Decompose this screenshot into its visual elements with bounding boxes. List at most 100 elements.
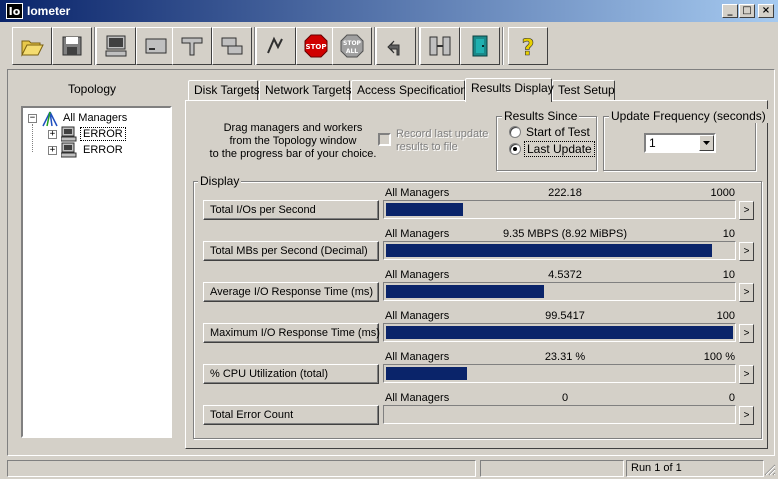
tree-line (32, 124, 33, 152)
metric-progress-bar (383, 364, 736, 383)
start-new-network-worker-button[interactable] (172, 27, 212, 65)
metric-value: 0 (561, 392, 569, 404)
toolbar-separator (502, 27, 504, 65)
record-results-label: Record last update results to file (396, 128, 488, 154)
close-button[interactable]: × (758, 4, 774, 18)
metric-progress-bar (383, 405, 736, 424)
network-worker-icon (181, 37, 203, 56)
instruction-line: to the progress bar of your choice. (209, 148, 377, 160)
tab-disk-targets[interactable]: Disk Targets (188, 80, 260, 101)
record-results-checkbox[interactable] (378, 133, 391, 146)
record-label-line: Record last update (396, 128, 489, 140)
metric-progress-bar (383, 200, 736, 219)
tree-collapse-toggle[interactable]: − (28, 114, 37, 123)
metric-max: 10 (722, 269, 735, 281)
metric-value: 4.5372 (548, 269, 582, 281)
tree-item-manager[interactable]: ERROR (83, 144, 123, 156)
metric-max: 1000 (710, 187, 735, 199)
metric-source-label: All Managers (385, 187, 450, 199)
dropdown-button[interactable] (699, 135, 714, 151)
green-flag-icon (267, 36, 283, 54)
status-pane (7, 460, 476, 477)
stop-all-button[interactable]: STOP ALL (332, 27, 372, 65)
metric-expand-button[interactable]: > (739, 406, 754, 425)
tree-item-all-managers[interactable]: All Managers (63, 112, 127, 124)
metric-selector-button[interactable]: Average I/O Response Time (ms) (203, 282, 379, 302)
tree-expand-toggle[interactable]: + (48, 130, 57, 139)
window-title: Iometer (27, 4, 71, 18)
help-question-icon: ? (521, 36, 534, 59)
last-update-label[interactable]: Last Update (524, 141, 595, 157)
tab-results-display[interactable]: Results Display (465, 78, 554, 102)
update-frequency-value: 1 (649, 136, 656, 150)
stop-button[interactable]: STOP (296, 27, 336, 65)
computer-icon (105, 35, 127, 57)
tree-item-manager[interactable]: ERROR (80, 127, 126, 141)
metric-max: 10 (722, 228, 735, 240)
metric-progress-bar (383, 241, 736, 260)
copy-worker-button[interactable] (212, 27, 252, 65)
metric-selector-button[interactable]: Maximum I/O Response Time (ms) (203, 323, 380, 343)
save-config-button[interactable] (52, 27, 92, 65)
metric-selector-button[interactable]: Total I/Os per Second (203, 200, 379, 220)
start-new-disk-worker-button[interactable] (136, 27, 176, 65)
tree-expand-toggle[interactable]: + (48, 146, 57, 155)
last-update-radio[interactable] (509, 143, 521, 155)
metric-selector-button[interactable]: Total Error Count (203, 405, 379, 425)
results-since-title: Results Since (502, 109, 580, 123)
minimize-button[interactable]: _ (722, 4, 738, 18)
folder-open-icon (21, 40, 44, 57)
metric-selector-button[interactable]: % CPU Utilization (total) (203, 364, 379, 384)
metric-bar-fill (386, 203, 463, 216)
metric-progress-bar (383, 323, 736, 342)
stop-text: STOP (306, 43, 327, 51)
floppy-disk-icon (62, 36, 82, 56)
start-tests-button[interactable] (256, 27, 296, 65)
tab-test-setup[interactable]: Test Setup (552, 80, 615, 101)
open-config-button[interactable] (12, 27, 52, 65)
metric-bar-fill (386, 367, 467, 380)
instruction-line: Drag managers and workers (223, 122, 363, 134)
maximize-button[interactable]: □ (739, 4, 755, 18)
metric-progress-bar (383, 282, 736, 301)
exit-button[interactable] (460, 27, 500, 65)
metric-value: 99.5417 (545, 310, 585, 322)
status-bar: Run 1 of 1 (0, 458, 778, 479)
disconnect-button[interactable] (420, 27, 460, 65)
topology-title: Topology (67, 82, 117, 96)
manager-computer-icon (61, 126, 77, 142)
stop-all-icon: STOP ALL (340, 34, 364, 58)
reset-workers-button[interactable] (376, 27, 416, 65)
start-new-manager-button[interactable] (96, 27, 136, 65)
update-frequency-title: Update Frequency (seconds) (609, 109, 768, 123)
topology-tree[interactable]: − All Managers + ERROR + ERROR (21, 106, 172, 438)
network-disconnect-icon (429, 36, 451, 56)
tab-access-specifications[interactable]: Access Specifications (351, 80, 473, 101)
metric-selector-button[interactable]: Total MBs per Second (Decimal) (203, 241, 379, 261)
copy-worker-icon (221, 37, 243, 55)
stop-all-text: STOP (343, 40, 362, 47)
metric-max: 0 (728, 392, 735, 404)
metric-expand-button[interactable]: > (739, 242, 754, 261)
start-of-test-radio[interactable] (509, 126, 521, 138)
disk-worker-icon (145, 38, 167, 54)
all-managers-icon (42, 111, 58, 127)
metric-max: 100 (716, 310, 735, 322)
metric-source-label: All Managers (385, 228, 450, 240)
metric-source-label: All Managers (385, 392, 450, 404)
tab-network-targets[interactable]: Network Targets (259, 80, 351, 101)
metric-expand-button[interactable]: > (739, 201, 754, 220)
start-of-test-label[interactable]: Start of Test (526, 125, 590, 139)
resize-grip-icon[interactable] (764, 464, 776, 476)
update-frequency-select[interactable]: 1 (644, 133, 716, 153)
metric-expand-button[interactable]: > (739, 283, 754, 302)
exit-door-icon (472, 35, 488, 57)
about-button[interactable]: ? (508, 27, 548, 65)
metric-expand-button[interactable]: > (739, 324, 754, 343)
app-icon: Io (6, 3, 23, 19)
title-bar[interactable]: Io Iometer _ □ × (0, 0, 778, 22)
metric-bar-fill (386, 285, 544, 298)
display-title: Display (198, 174, 242, 188)
metric-expand-button[interactable]: > (739, 365, 754, 384)
metric-bar-fill (386, 326, 733, 339)
